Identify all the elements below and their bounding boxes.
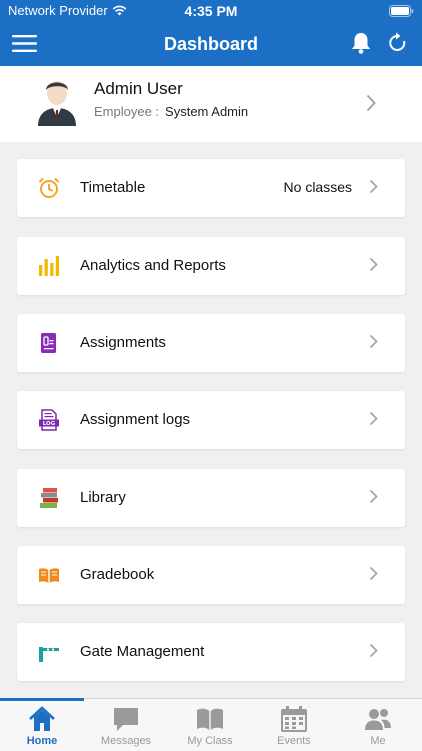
menu-item-label: Gradebook — [80, 566, 155, 583]
menu-item-assignment-logs[interactable]: LOG Assignment logs — [17, 391, 405, 449]
tab-label: Events — [277, 735, 311, 747]
bar-chart-icon — [39, 256, 59, 276]
avatar — [38, 81, 76, 126]
svg-text:LOG: LOG — [43, 421, 56, 427]
tab-messages[interactable]: Messages — [84, 699, 168, 751]
active-tab-indicator — [0, 698, 84, 701]
status-bar: Network Provider 4:35 PM — [0, 0, 422, 22]
assignment-icon — [41, 333, 56, 353]
menu-item-timetable[interactable]: Timetable No classes — [17, 159, 405, 217]
bell-icon[interactable] — [350, 31, 372, 60]
chevron-right-icon — [369, 411, 378, 431]
menu-item-label: Assignment logs — [80, 411, 191, 428]
menu-item-gate-management[interactable]: Gate Management — [17, 623, 405, 681]
menu-item-label: Library — [80, 489, 126, 506]
menu-item-label: Gate Management — [80, 643, 205, 660]
gate-barrier-icon — [39, 647, 59, 662]
profile-role-label: Employee : — [94, 104, 160, 119]
menu-item-gradebook[interactable]: Gradebook — [17, 546, 405, 604]
profile-role-value: System Admin — [165, 104, 249, 119]
chevron-right-icon — [366, 94, 376, 117]
menu-item-assignments[interactable]: Assignments — [17, 314, 405, 372]
menu-item-label: Analytics and Reports — [80, 257, 226, 274]
refresh-icon[interactable] — [388, 32, 408, 59]
chevron-right-icon — [369, 643, 378, 663]
tab-me[interactable]: Me — [336, 699, 420, 751]
menu-item-label: Timetable — [80, 179, 146, 196]
profile-role: Employee : System Admin — [94, 104, 248, 119]
open-book-icon — [39, 568, 59, 583]
nav-bar: Dashboard — [0, 22, 422, 66]
tab-label: Home — [26, 735, 58, 747]
tab-events[interactable]: Events — [252, 699, 336, 751]
tab-label: Messages — [100, 735, 152, 747]
tab-label: My Class — [187, 735, 233, 747]
chevron-right-icon — [369, 334, 378, 354]
battery-icon — [389, 5, 414, 20]
chevron-right-icon — [369, 179, 378, 199]
books-icon — [40, 488, 58, 508]
message-icon — [114, 708, 138, 731]
people-icon — [365, 709, 391, 730]
home-icon — [29, 706, 55, 731]
tab-my-class[interactable]: My Class — [168, 699, 252, 751]
top-bar: Network Provider 4:35 PM Dashboard — [0, 0, 422, 66]
menu-item-value: No classes — [283, 179, 352, 195]
menu-item-analytics[interactable]: Analytics and Reports — [17, 237, 405, 295]
profile-header[interactable]: Admin User Employee : System Admin — [0, 66, 422, 142]
log-document-icon: LOG — [39, 409, 59, 431]
tab-label: Me — [370, 735, 386, 747]
book-icon — [197, 708, 223, 730]
calendar-icon — [281, 706, 307, 732]
tab-home[interactable]: Home — [0, 698, 84, 751]
profile-name: Admin User — [94, 79, 183, 98]
menu-item-label: Assignments — [80, 334, 166, 351]
chevron-right-icon — [369, 489, 378, 509]
chevron-right-icon — [369, 257, 378, 277]
alarm-clock-icon — [38, 177, 60, 198]
status-time: 4:35 PM — [184, 3, 238, 19]
bottom-tab-bar: Home Messages My Class Events Me — [0, 698, 422, 751]
menu-item-library[interactable]: Library — [17, 469, 405, 527]
chevron-right-icon — [369, 566, 378, 586]
